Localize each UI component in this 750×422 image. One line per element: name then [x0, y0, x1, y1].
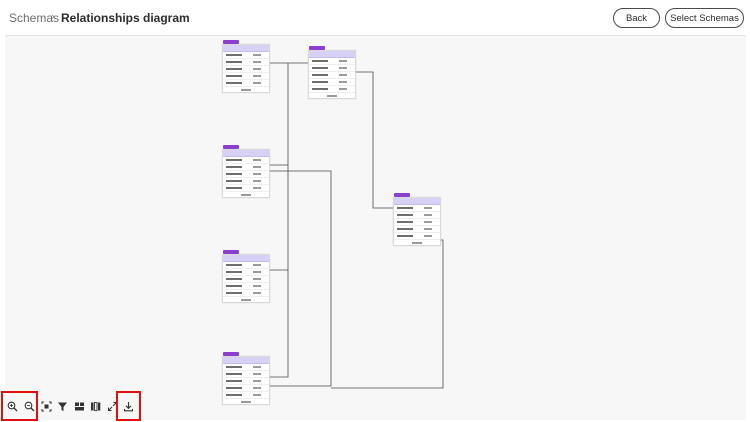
link-8 [331, 239, 444, 389]
schema-tag [223, 145, 239, 149]
schema-card[interactable] [393, 193, 441, 246]
link-7 [269, 208, 332, 387]
download-highlight [116, 391, 141, 421]
schema-card-header [223, 255, 269, 262]
schema-card-header [223, 150, 269, 157]
schema-card[interactable] [222, 352, 270, 405]
filter-icon[interactable] [56, 399, 69, 413]
schema-tag [394, 193, 410, 197]
relationship-links [269, 62, 444, 389]
schema-tag [223, 40, 239, 44]
zoom-controls-highlight [1, 391, 38, 421]
columns-icon[interactable] [89, 399, 102, 413]
schema-card[interactable] [222, 145, 270, 198]
schema-card-header [223, 357, 269, 364]
schema-card-header [309, 51, 355, 58]
link-5 [355, 71, 395, 209]
schema-card-header [223, 45, 269, 52]
link-2 [269, 63, 289, 166]
schema-card-header [394, 198, 440, 205]
layout-icon[interactable] [73, 399, 86, 413]
schema-tag [309, 46, 325, 50]
link-6 [269, 170, 332, 208]
schema-card[interactable] [308, 46, 356, 99]
schema-card[interactable] [222, 40, 270, 93]
schema-tag [223, 352, 239, 356]
link-3 [269, 165, 289, 271]
schema-tag [223, 250, 239, 254]
fit-to-screen-icon[interactable] [40, 399, 53, 413]
schema-card[interactable] [222, 250, 270, 303]
link-4 [269, 270, 289, 378]
